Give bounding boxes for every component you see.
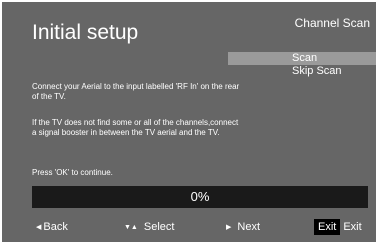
setup-screen: Initial setup Channel Scan Scan Skip Sca…: [2, 2, 376, 242]
scan-option-list: Scan Skip Scan: [228, 52, 376, 78]
up-down-triangle-icon: ▼▲: [124, 224, 138, 231]
right-triangle-icon: ▶: [226, 224, 232, 231]
footer-select-label: Select: [143, 221, 175, 233]
footer-back[interactable]: ◀ Back: [36, 219, 68, 236]
option-skip-scan[interactable]: Skip Scan: [228, 65, 376, 78]
footer-hints: ◀ Back ▼▲ Select ▶ Next Exit Exit: [2, 219, 376, 235]
instruction-aerial: Connect your Aerial to the input labelle…: [32, 82, 240, 101]
footer-back-label: Back: [43, 221, 68, 233]
footer-next[interactable]: ▶ Next: [226, 219, 260, 236]
option-scan[interactable]: Scan: [228, 52, 376, 65]
left-triangle-icon: ◀: [36, 224, 42, 231]
scan-progress-bar: 0%: [32, 186, 368, 208]
progress-label: 0%: [190, 189, 210, 204]
page-title: Initial setup: [32, 21, 139, 44]
footer-exit[interactable]: Exit Exit: [314, 219, 362, 235]
footer-select[interactable]: ▼▲ Select: [124, 219, 174, 236]
footer-next-label: Next: [237, 221, 261, 233]
footer-exit-label: Exit: [343, 221, 362, 233]
exit-key-badge: Exit: [314, 219, 341, 235]
section-title: Channel Scan: [294, 16, 370, 30]
instruction-booster: If the TV does not find some or all of t…: [32, 118, 239, 137]
instruction-continue: Press 'OK' to continue.: [32, 168, 113, 177]
